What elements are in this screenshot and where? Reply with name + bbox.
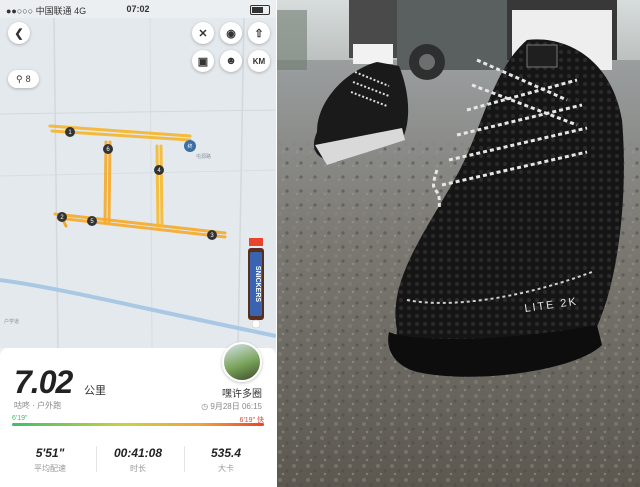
battery-icon	[250, 4, 270, 15]
start-marker: 终	[187, 143, 192, 150]
status-bar: ●●○○○ 中国联通 4G 07:02	[0, 0, 276, 18]
share-icon: ⇧	[254, 27, 264, 40]
stat-duration: 00:41:08 时长	[92, 446, 184, 474]
close-icon: ✕	[198, 27, 208, 40]
distance-unit: 公里	[84, 385, 106, 397]
run-summary-card: 7.02 公里 咕咚 · 户外跑 嘿许多圈 ◷ 9月28日 06:15 6'19…	[0, 342, 276, 487]
place-label: 户学道	[4, 318, 19, 325]
location-pin-icon: ⚲	[16, 73, 23, 84]
stat-calories: 535.4 大卡	[180, 446, 272, 474]
phone-screenshot: ●●○○○ 中国联通 4G 07:02 1 2 3 4 5 6 终 屯源路 户学…	[0, 0, 276, 487]
route-map[interactable]: 1 2 3 4 5 6 终 屯源路 户学道 SNICKERS ❮ ⚲ 8 ✕ ◉…	[0, 17, 276, 349]
snickers-ad[interactable]: SNICKERS	[248, 238, 264, 329]
stat-value: 535.4	[210, 446, 242, 460]
back-button[interactable]: ❮	[8, 22, 30, 44]
stat-avg-pace: 5'51" 平均配速	[4, 446, 96, 474]
camera-icon: ◉	[226, 27, 236, 40]
stat-label: 大卡	[218, 464, 234, 473]
avatar[interactable]	[222, 342, 262, 382]
road-label: 屯源路	[196, 153, 211, 160]
photo-count-pill[interactable]: ⚲ 8	[8, 70, 39, 88]
photo-count: 8	[25, 74, 31, 84]
close-button[interactable]: ✕	[192, 22, 214, 44]
stat-label: 时长	[130, 464, 146, 473]
stat-label: 平均配速	[34, 464, 66, 473]
share-button[interactable]: ⇧	[248, 22, 270, 44]
svg-text:SNICKERS: SNICKERS	[254, 266, 261, 303]
pace-min-label: 6'19"	[12, 415, 28, 422]
km-label: KM	[252, 56, 266, 66]
chat-button[interactable]: ▣	[192, 50, 214, 72]
stat-value: 5'51"	[35, 446, 65, 460]
shoe-photo-illustration: LITE 2K	[277, 0, 640, 487]
stat-value: 00:41:08	[113, 446, 163, 460]
river	[0, 278, 276, 338]
run-route	[48, 124, 227, 239]
run-date: ◷ 9月28日 06:15	[201, 402, 262, 411]
chat-icon: ▣	[197, 55, 209, 68]
distance-value: 7.02	[14, 364, 73, 400]
clock: 07:02	[126, 4, 150, 14]
chevron-left-icon: ❮	[14, 27, 24, 40]
camera-button[interactable]: ◉	[220, 22, 242, 44]
activity-type: 咕咚 · 户外跑	[14, 401, 62, 410]
profile-button[interactable]: ☻	[220, 50, 242, 72]
person-icon: ☻	[225, 55, 237, 67]
km-button[interactable]: KM	[248, 50, 270, 72]
username: 嘿许多圈	[222, 389, 262, 400]
shoe-photo: LITE 2K	[277, 0, 640, 487]
pace-gradient-bar	[12, 423, 264, 426]
